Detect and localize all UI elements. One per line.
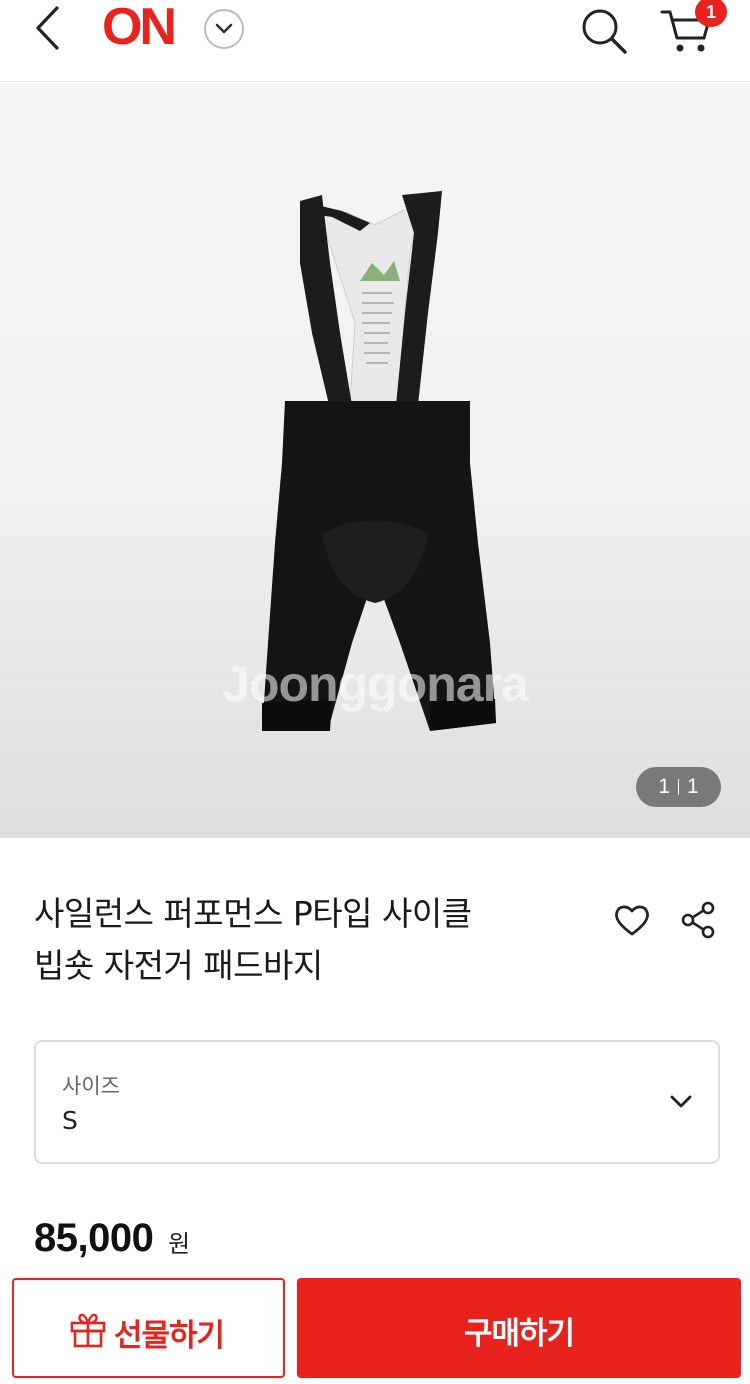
share-icon [681,901,715,939]
product-title: 사일런스 퍼포먼스 P타입 사이클 빕숏 자전거 패드바지 [34,888,594,992]
gift-button-label: 선물하기 [114,1318,225,1354]
product-image [262,191,496,731]
price-amount: 85,000 [34,1216,154,1260]
share-button[interactable] [680,900,718,940]
brand-logo[interactable]: ON [102,1,177,53]
buy-button-label: 구매하기 [463,1316,575,1352]
top-header: ON 1 [0,0,750,82]
image-counter-current: 1 [658,775,670,798]
service-menu-toggle[interactable] [204,9,244,49]
watermark-text: Joonggonara [222,656,529,712]
wishlist-button[interactable] [612,900,652,940]
size-select-value: S [62,1106,78,1135]
search-button[interactable] [578,6,630,56]
gift-button[interactable]: 선물하기 [12,1278,285,1378]
size-select-label: 사이즈 [62,1074,120,1098]
product-image-gallery[interactable]: Joonggonara 11 [0,83,750,838]
image-counter: 11 [636,767,721,807]
buy-button[interactable]: 구매하기 [297,1278,741,1378]
gift-icon [70,1313,106,1348]
chevron-down-icon [215,23,233,34]
back-button[interactable] [30,6,70,50]
cart-count-badge: 1 [695,0,727,27]
price-unit: 원 [168,1230,191,1258]
size-select[interactable]: 사이즈 S [34,1040,720,1164]
product-title-line2: 빕숏 자전거 패드바지 [34,946,323,985]
image-counter-total: 1 [687,775,699,798]
counter-divider [678,779,679,795]
heart-icon [615,905,649,936]
chevron-down-icon [670,1095,692,1108]
product-title-line1: 사일런스 퍼포먼스 P타입 사이클 [34,894,472,933]
back-chevron-icon [36,6,59,50]
search-icon [582,9,627,54]
